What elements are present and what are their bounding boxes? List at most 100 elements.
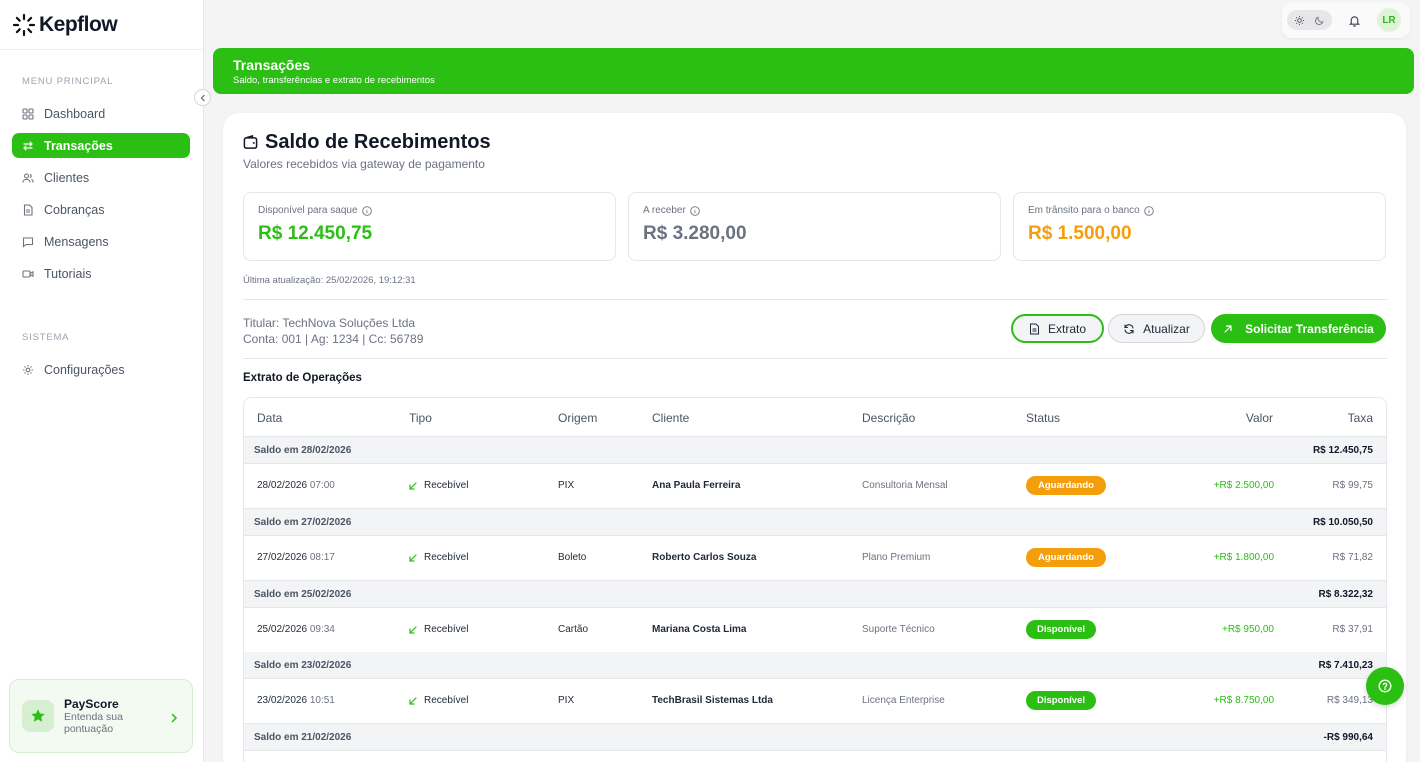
status-badge: Disponível — [1026, 691, 1096, 710]
column-header[interactable]: Cliente — [652, 411, 689, 425]
info-icon[interactable] — [361, 205, 372, 216]
sidebar-item-label: Mensagens — [44, 234, 109, 249]
moon-icon[interactable] — [1314, 15, 1325, 26]
payscore-title: PayScore — [64, 697, 119, 711]
table-header: Data Tipo Origem Cliente Descrição Statu… — [244, 398, 1386, 437]
row-fee: R$ 71,82 — [1332, 552, 1373, 563]
sidebar-item-mensagens[interactable]: Mensagens — [12, 229, 190, 254]
video-icon — [22, 268, 34, 280]
payscore-card[interactable]: PayScore Entenda sua pontuação — [9, 679, 193, 753]
transfer-label: Solicitar Transferência — [1245, 321, 1374, 336]
avatar[interactable]: LR — [1377, 8, 1401, 32]
table-row[interactable]: 28/02/2026 07:00 Recebível PIX Ana Paula… — [244, 464, 1386, 509]
row-date: 27/02/2026 08:17 — [257, 552, 335, 563]
chat-icon — [22, 236, 34, 248]
table-row[interactable]: 23/02/2026 10:51 Recebível PIX TechBrasi… — [244, 679, 1386, 724]
brand-name: Kepflow — [39, 12, 118, 36]
sidebar-item-tutoriais[interactable]: Tutoriais — [12, 261, 190, 286]
table-row[interactable]: 27/02/2026 08:17 Recebível Boleto Robert… — [244, 536, 1386, 581]
balance-group-row: Saldo em 23/02/2026 R$ 7.410,23 — [244, 652, 1386, 679]
brand-logo[interactable]: Kepflow — [0, 0, 203, 50]
payscore-subtitle: Entenda sua pontuação — [64, 711, 123, 735]
transactions-table: Data Tipo Origem Cliente Descrição Statu… — [243, 397, 1387, 762]
row-value: +R$ 1.800,00 — [1213, 552, 1274, 563]
help-icon — [1378, 679, 1392, 693]
table-row[interactable]: 25/02/2026 09:34 Recebível Cartão Marian… — [244, 608, 1386, 653]
atualizar-label: Atualizar — [1143, 321, 1190, 336]
info-icon[interactable] — [690, 205, 700, 216]
sidebar-item-label: Cobranças — [44, 202, 105, 217]
users-icon — [22, 172, 34, 184]
sidebar-item-configuracoes[interactable]: Configurações — [12, 357, 190, 382]
group-balance: R$ 8.322,32 — [1318, 589, 1374, 600]
star-icon — [22, 700, 54, 732]
page-title: Transações — [233, 57, 311, 73]
sun-icon[interactable] — [1294, 15, 1305, 26]
help-button[interactable] — [1366, 667, 1404, 705]
row-date: 28/02/2026 07:00 — [257, 480, 335, 491]
row-value: +R$ 950,00 — [1222, 624, 1274, 635]
row-type: Recebível — [409, 624, 468, 635]
arrow-up-right-icon — [1223, 324, 1233, 334]
balance-group-row: Saldo em 27/02/2026 R$ 10.050,50 — [244, 509, 1386, 536]
theme-toggle[interactable] — [1287, 10, 1332, 30]
sidebar-item-dashboard[interactable]: Dashboard — [12, 101, 190, 126]
kepflow-logo-icon — [12, 13, 36, 36]
row-value: +R$ 8.750,00 — [1213, 695, 1274, 706]
topbar-actions: LR — [1282, 2, 1410, 38]
bell-icon[interactable] — [1348, 14, 1361, 27]
solicitar-transferencia-button[interactable]: Solicitar Transferência — [1211, 314, 1386, 343]
sidebar: Kepflow MENU PRINCIPAL Dashboard Transaç… — [0, 0, 204, 762]
stat-value: R$ 1.500,00 — [1028, 223, 1132, 244]
row-value: +R$ 2.500,00 — [1213, 480, 1274, 491]
sidebar-item-label: Dashboard — [44, 106, 106, 121]
arrow-down-left-icon — [409, 696, 417, 705]
group-date: Saldo em 27/02/2026 — [254, 517, 352, 528]
nav-section-main: MENU PRINCIPAL — [22, 76, 114, 87]
sidebar-item-label: Transações — [44, 138, 113, 153]
card-title: Saldo de Recebimentos — [243, 131, 491, 154]
stat-value: R$ 12.450,75 — [258, 223, 373, 244]
row-client: Mariana Costa Lima — [652, 624, 747, 635]
stat-label: Disponível para saque — [258, 205, 358, 216]
column-header[interactable]: Tipo — [409, 411, 432, 425]
stat-label: A receber — [643, 205, 686, 216]
gear-icon — [22, 364, 34, 376]
wallet-icon — [243, 135, 258, 150]
page-subtitle: Saldo, transferências e extrato de receb… — [233, 75, 435, 86]
sidebar-item-transacoes[interactable]: Transações — [12, 133, 190, 158]
column-header[interactable]: Valor — [1246, 411, 1273, 425]
extrato-label: Extrato — [1047, 321, 1086, 336]
atualizar-button[interactable]: Atualizar — [1108, 314, 1205, 343]
sidebar-item-clientes[interactable]: Clientes — [12, 165, 190, 190]
row-type: Recebível — [409, 480, 468, 491]
group-balance: -R$ 990,64 — [1323, 732, 1373, 743]
balance-group-row: Saldo em 28/02/2026 R$ 12.450,75 — [244, 437, 1386, 464]
group-date: Saldo em 25/02/2026 — [254, 589, 352, 600]
group-balance: R$ 10.050,50 — [1312, 517, 1373, 528]
row-date: 23/02/2026 10:51 — [257, 695, 335, 706]
file-text-icon — [1029, 323, 1040, 335]
column-header[interactable]: Descrição — [862, 411, 915, 425]
collapse-sidebar-button[interactable] — [194, 89, 211, 106]
group-date: Saldo em 28/02/2026 — [254, 445, 352, 456]
chevron-left-icon — [200, 94, 205, 101]
sidebar-item-cobrancas[interactable]: Cobranças — [12, 197, 190, 222]
info-icon[interactable] — [1143, 205, 1154, 216]
document-icon — [22, 203, 34, 216]
column-header[interactable]: Status — [1026, 411, 1060, 425]
status-badge: Disponível — [1026, 620, 1096, 639]
row-description: Consultoria Mensal — [862, 480, 948, 491]
sidebar-item-label: Clientes — [44, 170, 90, 185]
card-title-text: Saldo de Recebimentos — [265, 131, 491, 153]
row-fee: R$ 37,91 — [1332, 624, 1373, 635]
row-client: Roberto Carlos Souza — [652, 552, 757, 563]
column-header[interactable]: Origem — [558, 411, 597, 425]
column-header[interactable]: Taxa — [1348, 411, 1373, 425]
dashboard-icon — [22, 107, 34, 120]
stat-in-transit: Em trânsito para o banco R$ 1.500,00 — [1013, 192, 1386, 261]
extrato-button[interactable]: Extrato — [1011, 314, 1104, 343]
balance-card: Saldo de Recebimentos Valores recebidos … — [223, 113, 1406, 762]
row-type: Recebível — [409, 695, 468, 706]
column-header[interactable]: Data — [257, 411, 282, 425]
